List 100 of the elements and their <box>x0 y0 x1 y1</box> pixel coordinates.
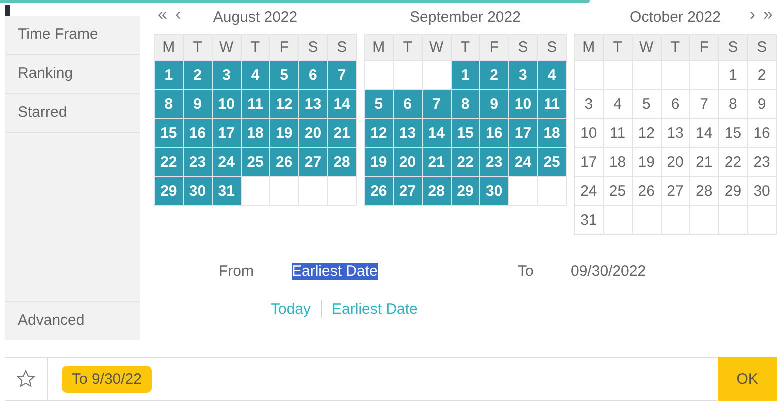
day-cell[interactable]: 25 <box>604 177 632 205</box>
star-icon[interactable] <box>16 369 36 389</box>
day-cell[interactable]: 11 <box>538 90 566 118</box>
day-cell[interactable]: 31 <box>212 177 241 205</box>
previous-year-button[interactable]: « <box>158 6 168 23</box>
day-cell[interactable]: 22 <box>155 148 183 176</box>
day-cell[interactable]: 19 <box>270 119 298 147</box>
sidebar-item[interactable]: Starred <box>5 94 140 133</box>
day-cell[interactable]: 3 <box>575 90 603 118</box>
day-cell[interactable]: 26 <box>270 148 298 176</box>
day-cell[interactable]: 5 <box>270 61 298 89</box>
day-cell[interactable]: 24 <box>575 177 603 205</box>
day-cell[interactable]: 27 <box>394 177 422 205</box>
day-cell[interactable]: 2 <box>480 61 508 89</box>
day-cell[interactable]: 20 <box>394 148 422 176</box>
day-cell[interactable]: 2 <box>184 61 212 89</box>
day-cell[interactable]: 14 <box>690 119 718 147</box>
day-cell[interactable]: 14 <box>422 119 451 147</box>
day-cell[interactable]: 6 <box>662 90 690 118</box>
next-year-button[interactable]: » <box>764 6 773 23</box>
day-cell[interactable]: 12 <box>632 119 661 147</box>
day-cell[interactable]: 16 <box>480 119 508 147</box>
day-cell[interactable]: 12 <box>270 90 298 118</box>
quick-date-link[interactable]: Earliest Date <box>332 300 418 318</box>
day-cell[interactable]: 16 <box>748 119 776 147</box>
day-cell[interactable]: 25 <box>242 148 270 176</box>
day-cell[interactable]: 4 <box>242 61 270 89</box>
day-cell[interactable]: 9 <box>480 90 508 118</box>
day-cell[interactable]: 22 <box>719 148 748 176</box>
day-cell[interactable]: 21 <box>690 148 718 176</box>
day-cell[interactable]: 21 <box>422 148 451 176</box>
day-cell[interactable]: 18 <box>242 119 270 147</box>
day-cell[interactable]: 7 <box>422 90 451 118</box>
day-cell[interactable]: 11 <box>242 90 270 118</box>
day-cell[interactable]: 13 <box>299 90 328 118</box>
day-cell[interactable]: 24 <box>509 148 538 176</box>
day-cell[interactable]: 14 <box>328 90 356 118</box>
day-cell[interactable]: 15 <box>719 119 748 147</box>
day-cell[interactable]: 7 <box>690 90 718 118</box>
day-cell[interactable]: 3 <box>212 61 241 89</box>
day-cell[interactable]: 8 <box>719 90 748 118</box>
day-cell[interactable]: 16 <box>184 119 212 147</box>
day-cell[interactable]: 20 <box>662 148 690 176</box>
day-cell[interactable]: 17 <box>575 148 603 176</box>
day-cell[interactable]: 13 <box>394 119 422 147</box>
day-cell[interactable]: 29 <box>452 177 480 205</box>
day-cell[interactable]: 12 <box>365 119 393 147</box>
day-cell[interactable]: 22 <box>452 148 480 176</box>
day-cell[interactable]: 30 <box>184 177 212 205</box>
day-cell[interactable]: 17 <box>509 119 538 147</box>
day-cell[interactable]: 9 <box>748 90 776 118</box>
from-date-field[interactable]: Earliest Date <box>292 263 378 280</box>
day-cell[interactable]: 28 <box>422 177 451 205</box>
day-cell[interactable]: 4 <box>538 61 566 89</box>
day-cell[interactable]: 15 <box>155 119 183 147</box>
day-cell[interactable]: 11 <box>604 119 632 147</box>
day-cell[interactable]: 24 <box>212 148 241 176</box>
day-cell[interactable]: 6 <box>394 90 422 118</box>
to-date-field[interactable]: 09/30/2022 <box>571 263 646 280</box>
day-cell[interactable]: 18 <box>538 119 566 147</box>
day-cell[interactable]: 2 <box>748 61 776 89</box>
day-cell[interactable]: 7 <box>328 61 356 89</box>
sidebar-item[interactable]: Advanced <box>5 301 140 340</box>
day-cell[interactable]: 9 <box>184 90 212 118</box>
day-cell[interactable]: 30 <box>480 177 508 205</box>
sidebar-item[interactable]: Ranking <box>5 55 140 94</box>
day-cell[interactable]: 23 <box>748 148 776 176</box>
filter-chip[interactable]: To 9/30/22 <box>62 366 152 392</box>
day-cell[interactable]: 10 <box>575 119 603 147</box>
ok-button[interactable]: OK <box>718 357 777 401</box>
quick-date-link[interactable]: Today <box>271 300 312 318</box>
day-cell[interactable]: 15 <box>452 119 480 147</box>
day-cell[interactable]: 19 <box>365 148 393 176</box>
day-cell[interactable]: 13 <box>662 119 690 147</box>
day-cell[interactable]: 27 <box>662 177 690 205</box>
day-cell[interactable]: 17 <box>212 119 241 147</box>
day-cell[interactable]: 6 <box>299 61 328 89</box>
day-cell[interactable]: 26 <box>365 177 393 205</box>
day-cell[interactable]: 4 <box>604 90 632 118</box>
day-cell[interactable]: 20 <box>299 119 328 147</box>
day-cell[interactable]: 27 <box>299 148 328 176</box>
day-cell[interactable]: 25 <box>538 148 566 176</box>
next-month-button[interactable]: › <box>750 6 756 23</box>
day-cell[interactable]: 1 <box>155 61 183 89</box>
day-cell[interactable]: 5 <box>632 90 661 118</box>
day-cell[interactable]: 8 <box>155 90 183 118</box>
day-cell[interactable]: 26 <box>632 177 661 205</box>
day-cell[interactable]: 19 <box>632 148 661 176</box>
day-cell[interactable]: 21 <box>328 119 356 147</box>
day-cell[interactable]: 29 <box>155 177 183 205</box>
sidebar-item[interactable]: Time Frame <box>5 16 140 55</box>
day-cell[interactable]: 18 <box>604 148 632 176</box>
day-cell[interactable]: 28 <box>328 148 356 176</box>
day-cell[interactable]: 3 <box>509 61 538 89</box>
day-cell[interactable]: 1 <box>719 61 748 89</box>
previous-month-button[interactable]: ‹ <box>175 6 182 23</box>
day-cell[interactable]: 29 <box>719 177 748 205</box>
day-cell[interactable]: 30 <box>748 177 776 205</box>
day-cell[interactable]: 5 <box>365 90 393 118</box>
day-cell[interactable]: 8 <box>452 90 480 118</box>
